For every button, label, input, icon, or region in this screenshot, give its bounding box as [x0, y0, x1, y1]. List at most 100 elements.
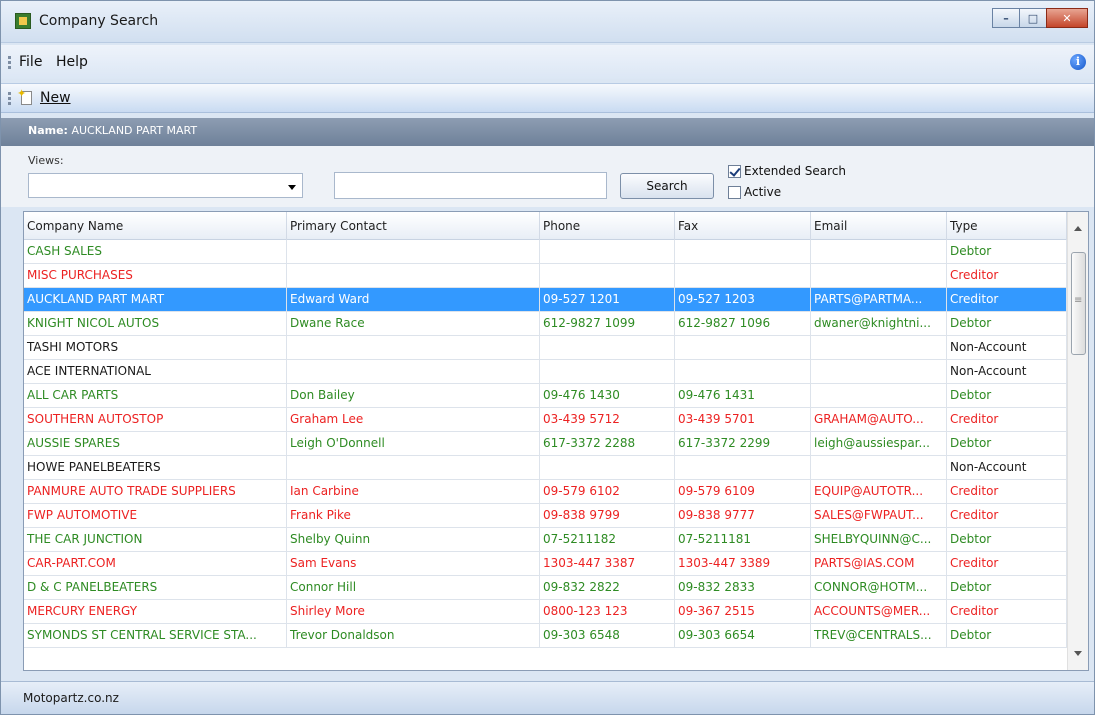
toolbar-grip-icon[interactable] [8, 92, 11, 105]
cell-email [811, 384, 947, 408]
active-checkbox[interactable]: Active [728, 185, 781, 199]
cell-company-name: ACE INTERNATIONAL [24, 360, 287, 384]
status-text: Motopartz.co.nz [23, 691, 119, 705]
column-header-fax[interactable]: Fax [675, 212, 811, 240]
scroll-thumb[interactable] [1071, 252, 1086, 355]
cell-primary-contact [287, 456, 540, 480]
new-button[interactable]: ✦ New [17, 87, 71, 108]
cell-phone [540, 264, 675, 288]
table-row[interactable]: ALL CAR PARTS Don Bailey 09-476 1430 09-476… [24, 384, 1067, 408]
scroll-down-icon[interactable] [1074, 651, 1082, 656]
maximize-button[interactable]: □ [1019, 8, 1047, 28]
column-header-type[interactable]: Type [947, 212, 1067, 240]
cell-phone: 09-476 1430 [540, 384, 675, 408]
column-header-primary-contact[interactable]: Primary Contact [287, 212, 540, 240]
cell-company-name: CAR-PART.COM [24, 552, 287, 576]
search-button[interactable]: Search [620, 173, 714, 199]
table-row[interactable]: HOWE PANELBEATERS Non-Account [24, 456, 1067, 480]
table-row[interactable]: PANMURE AUTO TRADE SUPPLIERS Ian Carbine 0… [24, 480, 1067, 504]
table-row[interactable]: CASH SALES Debtor [24, 240, 1067, 264]
vertical-scrollbar[interactable] [1067, 212, 1088, 670]
cell-type: Debtor [947, 240, 1067, 264]
close-button[interactable]: ✕ [1046, 8, 1088, 28]
cell-phone [540, 456, 675, 480]
cell-phone: 09-579 6102 [540, 480, 675, 504]
cell-phone: 0800-123 123 [540, 600, 675, 624]
cell-fax: 03-439 5701 [675, 408, 811, 432]
column-header-email[interactable]: Email [811, 212, 947, 240]
cell-phone [540, 240, 675, 264]
active-checkbox-box[interactable] [728, 185, 741, 199]
cell-phone: 09-838 9799 [540, 504, 675, 528]
table-row[interactable]: CAR-PART.COM Sam Evans 1303-447 3387 1303-4… [24, 552, 1067, 576]
cell-type: Debtor [947, 528, 1067, 552]
cell-fax: 09-476 1431 [675, 384, 811, 408]
extended-search-checkbox-box[interactable] [728, 164, 741, 178]
cell-company-name: SOUTHERN AUTOSTOP [24, 408, 287, 432]
views-dropdown[interactable] [28, 173, 303, 198]
table-row[interactable]: TASHI MOTORS Non-Account [24, 336, 1067, 360]
cell-company-name: TASHI MOTORS [24, 336, 287, 360]
cell-phone: 07-5211182 [540, 528, 675, 552]
cell-company-name: CASH SALES [24, 240, 287, 264]
cell-email [811, 360, 947, 384]
cell-company-name: PANMURE AUTO TRADE SUPPLIERS [24, 480, 287, 504]
menu-file[interactable]: File [19, 54, 42, 70]
table-row[interactable]: THE CAR JUNCTION Shelby Quinn 07-5211182 07… [24, 528, 1067, 552]
cell-type: Debtor [947, 384, 1067, 408]
cell-type: Creditor [947, 600, 1067, 624]
cell-primary-contact [287, 336, 540, 360]
cell-company-name: KNIGHT NICOL AUTOS [24, 312, 287, 336]
table-row[interactable]: MERCURY ENERGY Shirley More 0800-123 123 09… [24, 600, 1067, 624]
cell-phone: 09-303 6548 [540, 624, 675, 648]
cell-fax: 09-527 1203 [675, 288, 811, 312]
cell-type: Creditor [947, 264, 1067, 288]
record-header-value: AUCKLAND PART MART [71, 124, 198, 137]
table-row[interactable]: KNIGHT NICOL AUTOS Dwane Race 612-9827 109… [24, 312, 1067, 336]
cell-email: EQUIP@AUTOTR... [811, 480, 947, 504]
cell-company-name: MERCURY ENERGY [24, 600, 287, 624]
cell-fax [675, 264, 811, 288]
cell-company-name: ALL CAR PARTS [24, 384, 287, 408]
cell-phone: 617-3372 2288 [540, 432, 675, 456]
cell-fax [675, 336, 811, 360]
search-input[interactable] [334, 172, 607, 199]
column-header-company-name[interactable]: Company Name [24, 212, 287, 240]
menu-help[interactable]: Help [56, 54, 88, 70]
minimize-button[interactable]: – [992, 8, 1020, 28]
table-row[interactable]: SYMONDS ST CENTRAL SERVICE STA... Trevor … [24, 624, 1067, 648]
record-header: Name: AUCKLAND PART MART [1, 118, 1094, 146]
table-row[interactable]: SOUTHERN AUTOSTOP Graham Lee 03-439 5712 03… [24, 408, 1067, 432]
info-icon[interactable]: i [1070, 54, 1086, 70]
table-row[interactable]: D & C PANELBEATERS Connor Hill 09-832 2822… [24, 576, 1067, 600]
maximize-icon: □ [1027, 11, 1039, 25]
cell-fax: 09-838 9777 [675, 504, 811, 528]
cell-email: leigh@aussiespar... [811, 432, 947, 456]
scroll-up-icon[interactable] [1074, 226, 1082, 231]
column-header-phone[interactable]: Phone [540, 212, 675, 240]
cell-fax [675, 456, 811, 480]
extended-search-checkbox[interactable]: Extended Search [728, 164, 846, 178]
cell-phone: 09-527 1201 [540, 288, 675, 312]
cell-email [811, 264, 947, 288]
table-row[interactable]: MISC PURCHASES Creditor [24, 264, 1067, 288]
dropdown-arrow-icon [288, 185, 296, 190]
cell-type: Non-Account [947, 336, 1067, 360]
cell-email: dwaner@knightni... [811, 312, 947, 336]
table-row[interactable]: AUCKLAND PART MART Edward Ward 09-527 1201… [24, 288, 1067, 312]
cell-fax: 07-5211181 [675, 528, 811, 552]
title-bar[interactable]: Company Search – □ ✕ [1, 1, 1094, 43]
cell-fax: 09-579 6109 [675, 480, 811, 504]
grid-header: Company Name Primary Contact Phone Fax E… [24, 212, 1067, 240]
cell-email: TREV@CENTRALS... [811, 624, 947, 648]
cell-phone: 612-9827 1099 [540, 312, 675, 336]
cell-primary-contact [287, 360, 540, 384]
cell-type: Debtor [947, 312, 1067, 336]
cell-email: SALES@FWPAUT... [811, 504, 947, 528]
table-row[interactable]: AUSSIE SPARES Leigh O'Donnell 617-3372 228… [24, 432, 1067, 456]
table-row[interactable]: FWP AUTOMOTIVE Frank Pike 09-838 9799 09-83… [24, 504, 1067, 528]
cell-phone: 09-832 2822 [540, 576, 675, 600]
cell-company-name: SYMONDS ST CENTRAL SERVICE STA... [24, 624, 287, 648]
table-row[interactable]: ACE INTERNATIONAL Non-Account [24, 360, 1067, 384]
menu-grip-icon[interactable] [8, 56, 11, 69]
